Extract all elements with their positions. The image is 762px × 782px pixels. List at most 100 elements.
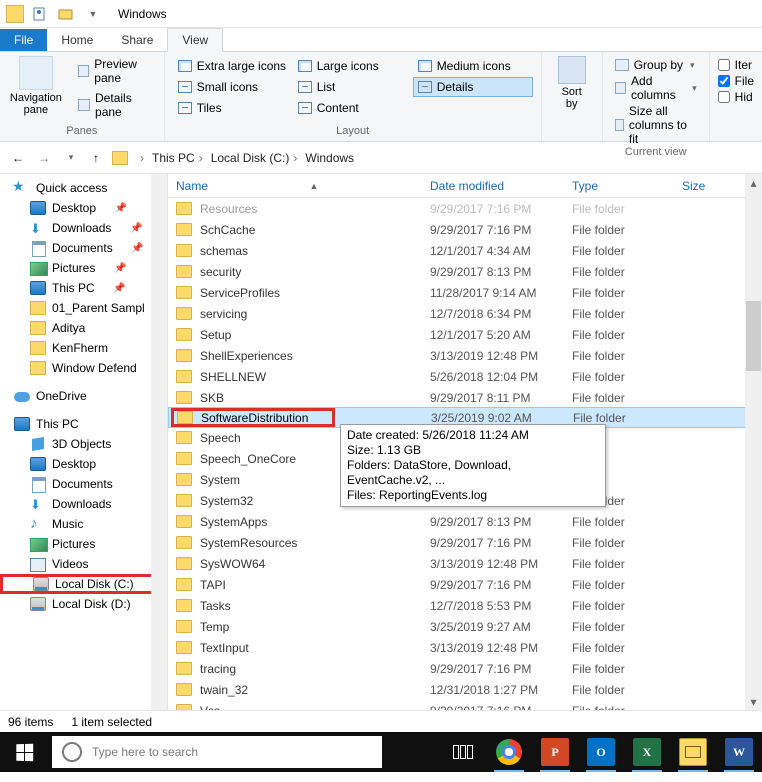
crumb-windows[interactable]: Windows <box>303 151 356 165</box>
layout-small[interactable]: Small icons <box>173 77 293 97</box>
add-columns-button[interactable]: Add columns▾ <box>611 74 701 102</box>
status-selected-count: 1 item selected <box>71 715 152 729</box>
layout-content[interactable]: Content <box>293 98 413 118</box>
recent-dropdown[interactable]: ▾ <box>58 146 82 170</box>
layout-extra-large[interactable]: Extra large icons <box>173 56 293 76</box>
file-row[interactable]: Tasks12/7/2018 5:53 PMFile folder <box>168 595 762 616</box>
nav-pc-downloads[interactable]: Downloads <box>0 494 167 514</box>
nav-pc-documents[interactable]: Documents <box>0 474 167 494</box>
file-row[interactable]: SHELLNEW5/26/2018 12:04 PMFile folder <box>168 366 762 387</box>
tab-share[interactable]: Share <box>107 29 167 51</box>
taskbar-explorer[interactable] <box>670 732 716 772</box>
nav-local-disk-c[interactable]: Local Disk (C:) <box>0 574 167 594</box>
col-name[interactable]: Name▲ <box>168 179 422 193</box>
layout-large[interactable]: Large icons <box>293 56 413 76</box>
start-button[interactable] <box>0 732 48 772</box>
up-button[interactable]: ↑ <box>84 146 108 170</box>
qat-newfolder-icon[interactable] <box>54 3 78 25</box>
nav-folder1[interactable]: 01_Parent Sampl <box>0 298 167 318</box>
nav-pc-pictures[interactable]: Pictures <box>0 534 167 554</box>
nav-pictures[interactable]: Pictures 📌 <box>0 258 167 278</box>
nav-desktop[interactable]: Desktop 📌 <box>0 198 167 218</box>
layout-details[interactable]: Details <box>413 77 533 97</box>
taskbar-excel[interactable]: X <box>624 732 670 772</box>
nav-onedrive[interactable]: OneDrive <box>0 386 167 406</box>
nav-folder4[interactable]: Window Defend <box>0 358 167 378</box>
breadcrumb[interactable]: › This PC› Local Disk (C:)› Windows <box>110 146 356 170</box>
file-list-scrollbar[interactable]: ▴▾ <box>745 174 762 710</box>
folder-icon <box>176 536 192 549</box>
nav-pc-videos[interactable]: Videos <box>0 554 167 574</box>
nav-this-pc[interactable]: This PC <box>0 414 167 434</box>
back-button[interactable]: ← <box>6 146 30 170</box>
file-type: File folder <box>564 683 674 697</box>
file-type: File folder <box>564 620 674 634</box>
checkbox-hidden[interactable]: Hid <box>718 90 754 104</box>
tab-view[interactable]: View <box>167 28 223 52</box>
taskbar-word[interactable]: W <box>716 732 762 772</box>
file-row[interactable]: Resources9/29/2017 7:16 PMFile folder <box>168 198 762 219</box>
file-row[interactable]: twain_3212/31/2018 1:27 PMFile folder <box>168 679 762 700</box>
nav-pc-desktop[interactable]: Desktop <box>0 454 167 474</box>
nav-local-disk-d[interactable]: Local Disk (D:) <box>0 594 167 614</box>
taskbar-outlook[interactable]: O <box>578 732 624 772</box>
file-row[interactable]: ServiceProfiles11/28/2017 9:14 AMFile fo… <box>168 282 762 303</box>
qat-properties-icon[interactable] <box>28 3 52 25</box>
file-row[interactable]: SysWOW643/13/2019 12:48 PMFile folder <box>168 553 762 574</box>
nav-downloads[interactable]: Downloads 📌 <box>0 218 167 238</box>
forward-button[interactable]: → <box>32 146 56 170</box>
file-row[interactable]: servicing12/7/2018 6:34 PMFile folder <box>168 303 762 324</box>
file-date: 3/13/2019 12:48 PM <box>422 349 564 363</box>
file-row[interactable]: SystemResources9/29/2017 7:16 PMFile fol… <box>168 532 762 553</box>
checkbox-file-ext[interactable]: File <box>718 74 754 88</box>
file-row[interactable]: ShellExperiences3/13/2019 12:48 PMFile f… <box>168 345 762 366</box>
file-name: Resources <box>200 202 257 216</box>
group-by-button[interactable]: Group by▾ <box>611 58 701 72</box>
nav-quick-access[interactable]: Quick access <box>0 178 167 198</box>
tab-file[interactable]: File <box>0 29 47 51</box>
nav-folder2[interactable]: Aditya <box>0 318 167 338</box>
checkbox-item[interactable]: Iter <box>718 58 754 72</box>
file-row[interactable]: Setup12/1/2017 5:20 AMFile folder <box>168 324 762 345</box>
file-row[interactable]: security9/29/2017 8:13 PMFile folder <box>168 261 762 282</box>
navigation-panel: Quick access Desktop 📌 Downloads 📌 Docum… <box>0 174 168 710</box>
sort-by-button[interactable]: Sort by <box>550 56 594 110</box>
qat-dropdown-icon[interactable]: ▼ <box>80 3 104 25</box>
tab-home[interactable]: Home <box>47 29 107 51</box>
layout-medium[interactable]: Medium icons <box>413 56 533 76</box>
file-row[interactable]: Vss9/29/2017 7:16 PMFile folder <box>168 700 762 710</box>
file-date: 3/25/2019 9:27 AM <box>422 620 564 634</box>
nav-folder3[interactable]: KenFherm <box>0 338 167 358</box>
col-date[interactable]: Date modified <box>422 179 564 193</box>
file-row[interactable]: SKB9/29/2017 8:11 PMFile folder <box>168 387 762 408</box>
file-row[interactable]: TextInput3/13/2019 12:48 PMFile folder <box>168 637 762 658</box>
preview-pane-button[interactable]: Preview pane <box>74 56 156 86</box>
nav-documents[interactable]: Documents 📌 <box>0 238 167 258</box>
nav-pc-music[interactable]: Music <box>0 514 167 534</box>
folder-icon <box>176 286 192 299</box>
details-pane-button[interactable]: Details pane <box>74 90 156 120</box>
taskbar-chrome[interactable] <box>486 732 532 772</box>
file-row[interactable]: tracing9/29/2017 7:16 PMFile folder <box>168 658 762 679</box>
taskbar-powerpoint[interactable]: P <box>532 732 578 772</box>
file-row[interactable]: Temp3/25/2019 9:27 AMFile folder <box>168 616 762 637</box>
file-type: File folder <box>564 370 674 384</box>
layout-list[interactable]: List <box>293 77 413 97</box>
nav-thispc-pinned[interactable]: This PC 📌 <box>0 278 167 298</box>
nav-3d-objects[interactable]: 3D Objects <box>0 434 167 454</box>
column-headers: Name▲ Date modified Type Size <box>168 174 762 198</box>
file-row[interactable]: SystemApps9/29/2017 8:13 PMFile folder <box>168 511 762 532</box>
folder-icon <box>176 473 192 486</box>
taskbar-search[interactable]: Type here to search <box>52 736 382 768</box>
task-view-button[interactable] <box>440 732 486 772</box>
nav-scrollbar[interactable] <box>151 174 167 710</box>
file-row[interactable]: TAPI9/29/2017 7:16 PMFile folder <box>168 574 762 595</box>
layout-tiles[interactable]: Tiles <box>173 98 293 118</box>
navigation-pane-button[interactable]: Navigation pane <box>8 56 64 120</box>
size-all-columns-button[interactable]: Size all columns to fit <box>611 104 701 146</box>
crumb-local-disk[interactable]: Local Disk (C:)› <box>209 151 304 165</box>
file-row[interactable]: schemas12/1/2017 4:34 AMFile folder <box>168 240 762 261</box>
file-row[interactable]: SchCache9/29/2017 7:16 PMFile folder <box>168 219 762 240</box>
col-type[interactable]: Type <box>564 179 674 193</box>
crumb-this-pc[interactable]: This PC› <box>150 151 209 165</box>
